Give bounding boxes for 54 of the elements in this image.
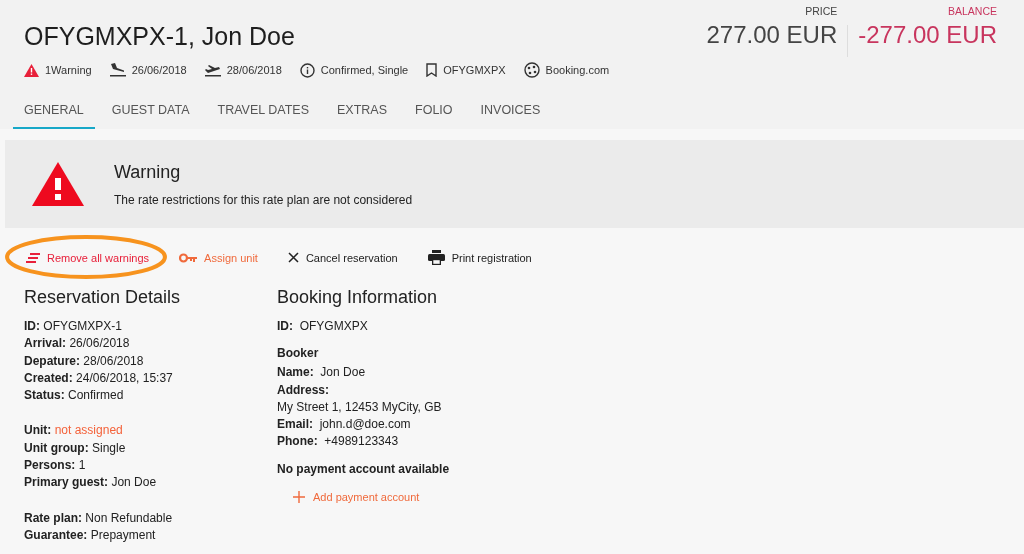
tab[interactable]: GUEST DATA — [100, 95, 201, 129]
detail-line: Status: Confirmed — [24, 387, 125, 405]
detail-line: Email: john.d@doe.com — [277, 416, 412, 434]
tab[interactable]: FOLIO — [404, 95, 464, 129]
meta-text: OFYGMXPX — [443, 64, 506, 76]
detail-line: Address: — [277, 381, 330, 399]
meta-text: Booking.com — [545, 64, 610, 76]
tab[interactable]: GENERAL — [13, 95, 95, 129]
warning-message: The rate restrictions for this rate plan are not considered — [114, 192, 413, 207]
action-button[interactable]: Cancel reservation — [287, 250, 398, 265]
globe-icon — [523, 62, 540, 78]
section-heading: Reservation Details — [24, 287, 182, 308]
tab[interactable]: INVOICES — [469, 95, 552, 129]
warning-icon — [24, 63, 39, 77]
detail-line: Arrival: 26/06/2018 — [24, 335, 131, 353]
printer-icon — [427, 250, 445, 265]
detail-line: Persons: 1 — [24, 457, 87, 475]
tab[interactable]: TRAVEL DATES — [206, 95, 320, 129]
info-icon — [299, 62, 315, 78]
action-button[interactable]: Print registration — [427, 250, 532, 265]
detail-line: ID: OFYGMXPX — [277, 318, 369, 335]
plus-icon — [293, 490, 305, 503]
bookmark-icon — [426, 63, 438, 77]
plane-takeoff-icon — [204, 63, 221, 77]
amount-value: -277.00 EUR — [858, 21, 997, 49]
meta-text: 1Warning — [45, 64, 92, 76]
warning-icon — [32, 162, 84, 206]
close-icon — [287, 252, 299, 263]
meta-text: 26/06/2018 — [131, 64, 187, 76]
detail-line: Unit group: Single — [24, 439, 127, 457]
meta-text: Confirmed, Single — [320, 64, 409, 76]
plane-landing-icon — [109, 63, 126, 77]
detail-line: Phone: +4989123343 — [277, 433, 400, 451]
address-text: My Street 1, 12453 MyCity, GB — [277, 398, 443, 416]
amount-label: BALANCE — [947, 5, 997, 17]
amount-value: 277.00 EUR — [706, 21, 838, 49]
meta-text: 28/06/2018 — [226, 64, 282, 76]
booker-heading: Booker — [277, 346, 320, 361]
detail-line: Primary guest: Jon Doe — [24, 474, 158, 492]
detail-line: ID: OFYGMXPX-1 — [24, 318, 124, 335]
tab[interactable]: EXTRAS — [326, 95, 399, 129]
detail-line: Unit: not assigned — [24, 422, 124, 440]
warning-title: Warning — [114, 161, 182, 183]
detail-line: Rate plan: Non Refundable — [24, 509, 174, 527]
detail-line: Created: 24/06/2018, 15:37 — [24, 369, 174, 387]
lines-icon — [26, 252, 40, 263]
detail-line: Guarantee: Prepayment — [24, 526, 157, 544]
payment-note: No payment account available — [277, 461, 450, 476]
reservation-title: OFYGMXPX-1, Jon Doe — [24, 22, 296, 51]
detail-line: Depature: 28/06/2018 — [24, 352, 145, 370]
section-heading: Booking Information — [277, 287, 439, 308]
detail-line: Name: Jon Doe — [277, 364, 367, 382]
amount-label: PRICE — [805, 5, 838, 17]
key-icon — [179, 252, 198, 263]
